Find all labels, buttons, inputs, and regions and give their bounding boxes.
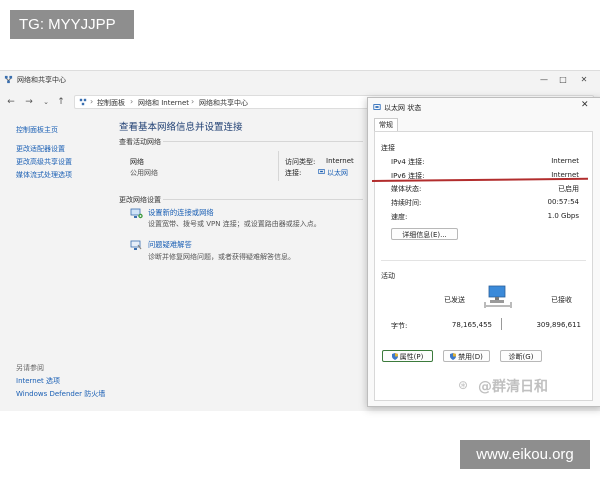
bytes-sent-value: 78,165,455: [451, 321, 492, 329]
duration-value: 00:57:54: [547, 198, 579, 206]
shield-icon: [391, 353, 398, 360]
divider: [381, 260, 586, 261]
properties-button[interactable]: 属性(P): [382, 350, 433, 362]
tab-general[interactable]: 常规: [374, 118, 398, 131]
breadcrumb-separator-icon: ›: [90, 97, 94, 106]
diagnose-button[interactable]: 诊断(G): [500, 350, 542, 362]
chevron-down-icon[interactable]: ⌄: [40, 96, 52, 108]
back-arrow-icon[interactable]: ←: [5, 96, 17, 108]
network-activity-icon: [484, 285, 512, 308]
divider: [501, 318, 502, 330]
ethernet-icon: [318, 169, 325, 174]
disable-button[interactable]: 禁用(D): [443, 350, 490, 362]
speed-label: 速度:: [391, 213, 408, 221]
breadcrumb-item[interactable]: 网络和共享中心: [199, 98, 248, 108]
bytes-label: 字节:: [391, 322, 408, 330]
dialog-title: 以太网 状态: [384, 104, 422, 112]
up-arrow-icon[interactable]: ↑: [55, 96, 67, 108]
disable-label: 禁用(D): [458, 353, 483, 361]
zhihu-logo-icon: ⊛: [458, 378, 469, 392]
close-button[interactable]: ✕: [577, 74, 591, 86]
page-title: 查看基本网络信息并设置连接: [119, 122, 243, 133]
access-type-value: Internet: [326, 157, 354, 165]
divider: [278, 151, 279, 181]
connection-label: 连接:: [285, 169, 302, 177]
forward-arrow-icon[interactable]: →: [23, 96, 35, 108]
breadcrumb-separator-icon: ›: [130, 97, 134, 106]
network-name: 网络: [130, 158, 144, 166]
sidebar-link-advanced-sharing[interactable]: 更改高级共享设置: [16, 157, 72, 167]
network-type: 公用网络: [130, 169, 158, 177]
received-label: 已接收: [551, 296, 572, 304]
setup-new-connection-desc: 设置宽带、拨号或 VPN 连接；或设置路由器或接入点。: [148, 220, 321, 228]
breadcrumb-item[interactable]: 控制面板: [97, 98, 125, 108]
sidebar-link-adapter-settings[interactable]: 更改适配器设置: [16, 144, 65, 154]
watermark-top-left: TG: MYYJJPP: [10, 10, 134, 39]
watermark-overlay: @群清日和: [478, 379, 548, 395]
see-also-title: 另请参阅: [16, 364, 44, 372]
minimize-button[interactable]: —: [537, 74, 551, 86]
shield-icon: [450, 353, 457, 360]
duration-label: 持续时间:: [391, 199, 422, 207]
divider: [163, 141, 363, 142]
ipv4-label: IPv4 连接:: [391, 158, 425, 166]
ethernet-connection-link[interactable]: 以太网: [327, 168, 348, 178]
network-icon: [4, 75, 13, 84]
active-networks-title: 查看活动网络: [119, 138, 161, 146]
speed-value: 1.0 Gbps: [547, 212, 579, 220]
properties-label: 属性(P): [399, 353, 424, 361]
ethernet-status-dialog: 以太网 状态 ✕ 常规 连接 IPv4 连接: Internet IPv6 连接…: [367, 97, 600, 407]
bytes-received-value: 309,896,611: [536, 321, 581, 329]
media-state-label: 媒体状态:: [391, 185, 422, 193]
troubleshoot-link[interactable]: 问题疑难解答: [148, 240, 192, 250]
sidebar-link-media-streaming[interactable]: 媒体流式处理选项: [16, 170, 72, 180]
window-title: 网络和共享中心: [17, 76, 66, 84]
breadcrumb-separator-icon: ›: [191, 97, 195, 106]
ipv4-value: Internet: [551, 157, 579, 165]
sent-label: 已发送: [444, 296, 465, 304]
ethernet-icon: [373, 104, 381, 110]
breadcrumb-item[interactable]: 网络和 Internet: [138, 98, 189, 108]
new-connection-icon: [130, 208, 143, 219]
change-settings-title: 更改网络设置: [119, 196, 161, 204]
setup-new-connection-link[interactable]: 设置新的连接或网络: [148, 208, 214, 218]
watermark-bottom-right: www.eikou.org: [460, 440, 590, 469]
media-state-value: 已启用: [558, 185, 579, 193]
access-type-label: 访问类型:: [285, 158, 316, 166]
see-also-internet-options[interactable]: Internet 选项: [16, 376, 60, 386]
sidebar-link-control-panel-home[interactable]: 控制面板主页: [16, 125, 58, 135]
connection-section-title: 连接: [381, 144, 395, 152]
troubleshoot-desc: 诊断并修复网络问题，或者获得疑难解答信息。: [148, 253, 295, 261]
general-panel: 连接 IPv4 连接: Internet IPv6 连接: Internet 媒…: [374, 131, 593, 401]
network-icon: [79, 98, 87, 106]
maximize-button[interactable]: □: [556, 74, 570, 86]
activity-section-title: 活动: [381, 272, 395, 280]
details-button[interactable]: 详细信息(E)...: [391, 228, 458, 240]
title-bar: 网络和共享中心 — □ ✕: [0, 71, 600, 89]
dialog-close-button[interactable]: ✕: [581, 100, 589, 110]
troubleshoot-icon: [130, 240, 142, 250]
see-also-firewall[interactable]: Windows Defender 防火墙: [16, 389, 105, 399]
divider: [163, 199, 363, 200]
